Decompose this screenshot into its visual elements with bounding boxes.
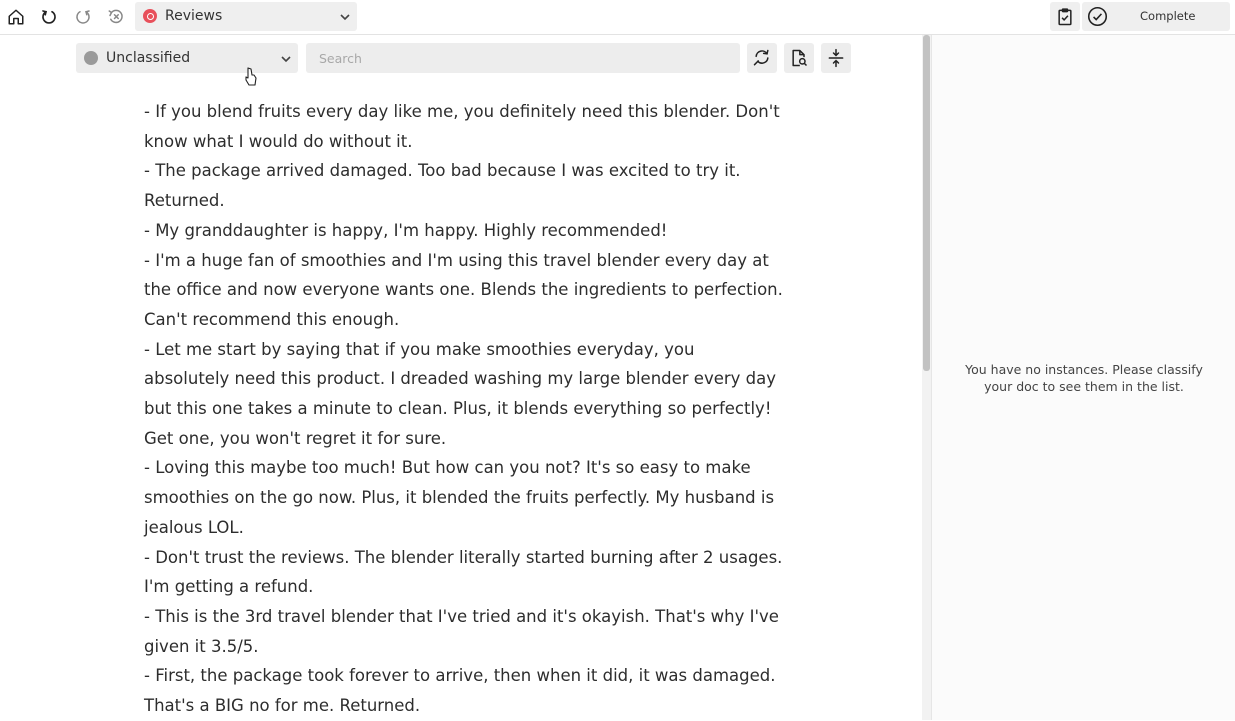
home-icon[interactable] <box>5 6 27 28</box>
find-replace-button[interactable] <box>747 43 777 73</box>
empty-instances-message: You have no instances. Please classify y… <box>965 362 1203 394</box>
find-replace-icon <box>753 49 769 66</box>
document-line: - The package arrived damaged. Too bad b… <box>144 161 741 211</box>
review-tasks-button[interactable] <box>1050 2 1080 31</box>
document-line: - My granddaughter is happy, I'm happy. … <box>144 220 668 240</box>
classification-label: Unclassified <box>106 50 191 66</box>
chevron-down-icon <box>340 14 350 21</box>
document-line: - I'm a huge fan of smoothies and I'm us… <box>144 250 783 329</box>
document-line: - Loving this maybe too much! But how ca… <box>144 458 775 537</box>
document-line: - If you blend fruits every day like me,… <box>144 102 780 151</box>
project-color-icon <box>143 9 157 23</box>
scrollbar-thumb[interactable] <box>923 35 930 371</box>
document-text: - If you blend fruits every day like me,… <box>144 97 784 721</box>
document-area: Unclassified - If you blend fruits every… <box>0 35 922 720</box>
document-line: - Let me start by saying that if you mak… <box>144 339 777 448</box>
complete-button[interactable]: Complete <box>1082 2 1230 31</box>
classification-selector[interactable]: Unclassified <box>76 43 298 73</box>
project-name: Reviews <box>165 8 223 24</box>
document-line: - First, the package took forever to arr… <box>144 666 776 716</box>
collapse-button[interactable] <box>821 43 851 73</box>
document-search-icon <box>792 49 808 67</box>
top-bar: Reviews Complete <box>0 0 1235 35</box>
redo-icon[interactable] <box>72 6 94 28</box>
search-input[interactable] <box>306 43 740 73</box>
right-toolbar: Complete <box>1050 2 1230 31</box>
check-circle-icon <box>1087 6 1108 27</box>
reset-history-icon[interactable] <box>105 6 127 28</box>
document-toolbar: Unclassified <box>0 35 922 86</box>
complete-label: Complete <box>1140 9 1196 23</box>
clipboard-check-icon <box>1058 7 1072 25</box>
project-selector[interactable]: Reviews <box>135 2 357 31</box>
collapse-icon <box>828 48 844 68</box>
document-line: - Don't trust the reviews. The blender l… <box>144 547 783 597</box>
mouse-cursor-icon <box>245 67 257 86</box>
document-search-button[interactable] <box>784 43 814 73</box>
document-line: - This is the 3rd travel blender that I'… <box>144 606 779 656</box>
instances-panel: You have no instances. Please classify y… <box>931 35 1235 720</box>
classification-color-icon <box>84 51 98 65</box>
chevron-down-icon <box>281 56 291 63</box>
document-scrollbar[interactable] <box>922 35 931 720</box>
undo-icon[interactable] <box>38 6 60 28</box>
